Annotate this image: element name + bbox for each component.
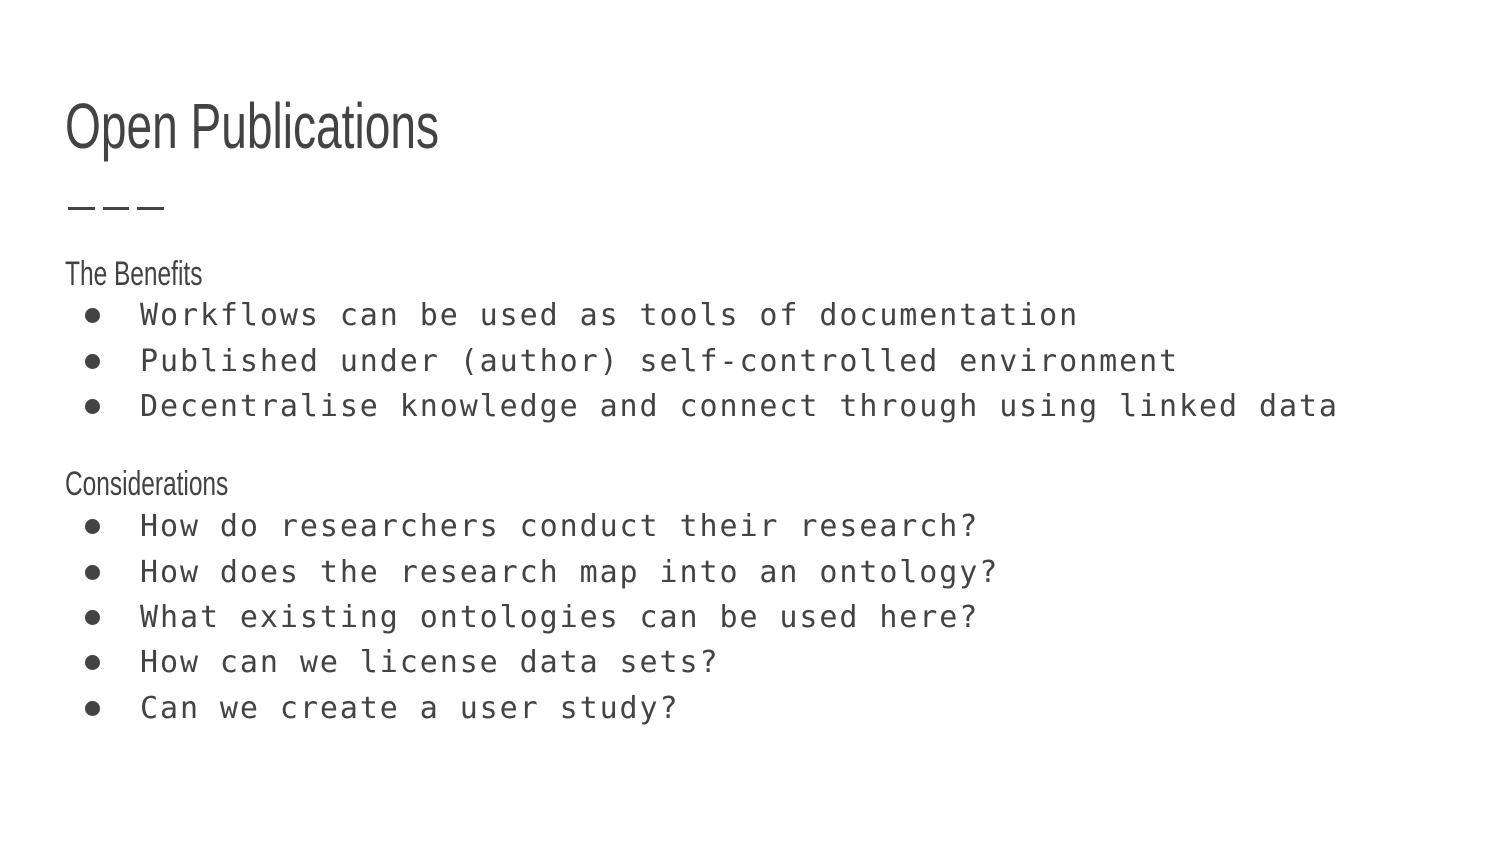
section-heading-benefits: The Benefits [65, 255, 203, 293]
list-item: How does the research map into an ontolo… [84, 549, 999, 594]
bullet-icon [85, 564, 100, 580]
slide-title: Open Publications [65, 90, 439, 162]
bullet-icon [85, 700, 100, 716]
list-item: Workflows can be used as tools of docume… [84, 293, 1339, 338]
bullet-icon [85, 353, 100, 369]
list-item: What existing ontologies can be used her… [84, 595, 999, 640]
slide: Open Publications The Benefits Workflows… [0, 0, 1500, 844]
underline-dash [137, 207, 165, 210]
section-heading-considerations: Considerations [65, 465, 229, 503]
list-item-text: How do researchers conduct their researc… [140, 509, 980, 545]
list-item-text: What existing ontologies can be used her… [140, 599, 980, 635]
list-item: Can we create a user study? [84, 686, 999, 731]
benefits-list: Workflows can be used as tools of docume… [84, 293, 1339, 429]
considerations-list: How do researchers conduct their researc… [84, 504, 999, 731]
list-item-text: Decentralise knowledge and connect throu… [140, 388, 1339, 424]
bullet-icon [85, 519, 100, 535]
bullet-icon [85, 655, 100, 671]
bullet-icon [85, 609, 100, 625]
list-item-text: Can we create a user study? [140, 690, 680, 726]
title-underline [68, 207, 165, 210]
list-item: Published under (author) self-controlled… [84, 338, 1339, 383]
underline-dash [102, 207, 130, 210]
list-item: How do researchers conduct their researc… [84, 504, 999, 549]
list-item-text: Published under (author) self-controlled… [140, 343, 1180, 379]
list-item: Decentralise knowledge and connect throu… [84, 384, 1339, 429]
list-item-text: How does the research map into an ontolo… [140, 554, 1000, 590]
bullet-icon [85, 398, 100, 414]
underline-dash [68, 207, 95, 210]
list-item: How can we license data sets? [84, 640, 999, 685]
list-item-text: How can we license data sets? [140, 645, 720, 681]
bullet-icon [85, 308, 100, 324]
list-item-text: Workflows can be used as tools of docume… [140, 298, 1080, 334]
